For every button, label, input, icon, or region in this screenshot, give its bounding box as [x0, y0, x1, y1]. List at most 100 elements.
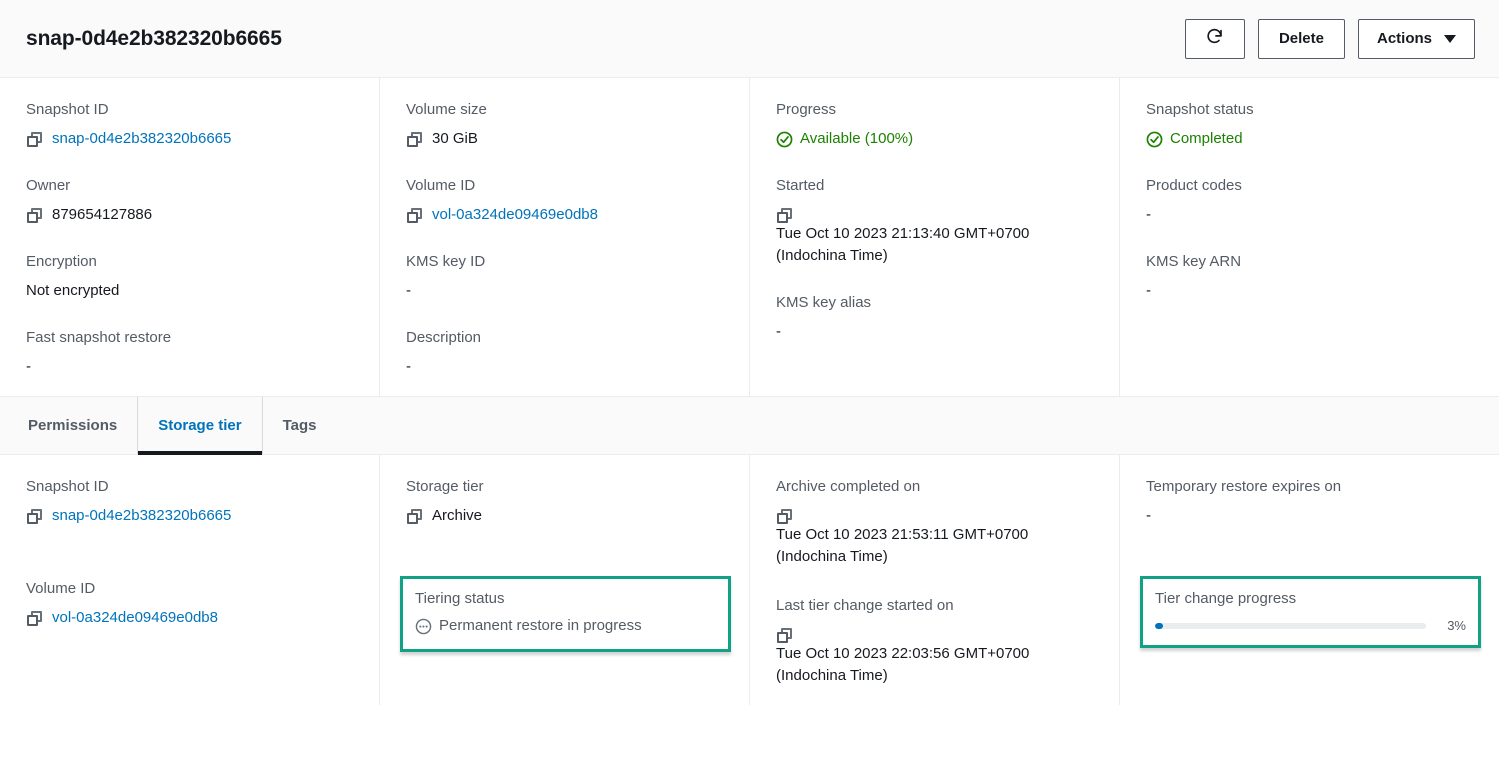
pending-dots-icon: [415, 618, 432, 634]
field-st-volume-id: Volume ID vol-0a324de09469e0db8: [26, 579, 355, 629]
field-label: Snapshot ID: [26, 478, 109, 495]
field-value: Archive: [406, 505, 725, 527]
copy-icon[interactable]: [27, 509, 42, 524]
field-value: -: [776, 321, 1095, 343]
field-kms-key-alias: KMS key alias -: [776, 293, 1095, 343]
field-label: Storage tier: [406, 478, 484, 495]
check-circle-icon: [776, 131, 793, 147]
tab-permissions[interactable]: Permissions: [8, 397, 139, 454]
status-badge: Completed: [1146, 128, 1243, 150]
field-snapshot-id: Snapshot ID snap-0d4e2b382320b6665: [26, 100, 355, 150]
field-volume-id: Volume ID vol-0a324de09469e0db8: [406, 176, 725, 226]
field-owner: Owner 879654127886: [26, 176, 355, 226]
field-volume-size: Volume size 30 GiB: [406, 100, 725, 150]
encryption-value: Not encrypted: [26, 282, 120, 299]
field-last-tier-change: Last tier change started on Tue Oct 10 2…: [776, 596, 1095, 687]
field-tiering-status: Tiering status Permanent restore in prog…: [400, 576, 731, 652]
field-value: vol-0a324de09469e0db8: [406, 204, 725, 226]
copy-icon[interactable]: [407, 509, 422, 524]
summary-column-1: Snapshot ID snap-0d4e2b382320b6665 Owner…: [0, 78, 380, 396]
volume-id-link[interactable]: vol-0a324de09469e0db8: [432, 204, 598, 226]
summary-column-4: Snapshot status Completed Product codes …: [1120, 78, 1499, 396]
field-label: Snapshot ID: [26, 101, 109, 118]
st-volume-id-link[interactable]: vol-0a324de09469e0db8: [52, 607, 218, 629]
description-value: -: [406, 358, 411, 375]
field-value: -: [1146, 280, 1475, 302]
field-tier-change-progress: Tier change progress 3%: [1140, 576, 1481, 648]
st-snapshot-id-link[interactable]: snap-0d4e2b382320b6665: [52, 505, 231, 527]
snapshot-status-value: Completed: [1170, 130, 1243, 147]
progress-bar-fill: [1155, 622, 1164, 629]
field-started: Started Tue Oct 10 2023 21:13:40 GMT+070…: [776, 176, 1095, 267]
field-label: Last tier change started on: [776, 597, 954, 614]
tab-bar: Permissions Storage tier Tags: [0, 396, 1499, 455]
tab-tags[interactable]: Tags: [263, 397, 337, 454]
delete-button[interactable]: Delete: [1257, 18, 1345, 59]
copy-icon[interactable]: [27, 208, 42, 223]
field-value: snap-0d4e2b382320b6665: [26, 505, 355, 527]
field-label: Temporary restore expires on: [1146, 478, 1342, 495]
copy-icon[interactable]: [407, 132, 422, 147]
field-label: Progress: [776, 101, 837, 118]
field-value: -: [1146, 505, 1475, 527]
summary-column-2: Volume size 30 GiB Volume ID vol-0a324de…: [380, 78, 750, 396]
field-storage-tier: Storage tier Archive: [406, 477, 725, 527]
field-label: Archive completed on: [776, 478, 921, 495]
kms-key-alias-value: -: [776, 323, 781, 340]
field-label: Volume ID: [26, 580, 96, 597]
tiering-status-badge: Permanent restore in progress: [415, 615, 642, 637]
copy-icon[interactable]: [777, 509, 792, 524]
fast-snapshot-restore-value: -: [26, 358, 31, 375]
progress-percent-label: 3%: [1447, 618, 1466, 633]
field-value: vol-0a324de09469e0db8: [26, 607, 355, 629]
snapshot-id-link[interactable]: snap-0d4e2b382320b6665: [52, 128, 231, 150]
tab-storage-tier[interactable]: Storage tier: [138, 397, 263, 455]
page-header: snap-0d4e2b382320b6665 Delete Actions: [0, 0, 1499, 78]
owner-value: 879654127886: [52, 206, 153, 223]
product-codes-value: -: [1146, 206, 1151, 223]
field-value: Tue Oct 10 2023 21:53:11 GMT+0700 (Indoc…: [776, 505, 1095, 568]
field-value: 879654127886: [26, 204, 355, 226]
field-value: Not encrypted: [26, 280, 355, 302]
temporary-restore-value: -: [1146, 507, 1151, 524]
field-value: Tue Oct 10 2023 21:13:40 GMT+0700 (Indoc…: [776, 204, 1095, 267]
copy-icon[interactable]: [777, 208, 792, 223]
actions-button-label: Actions: [1376, 30, 1432, 47]
field-label: KMS key alias: [776, 294, 872, 311]
started-value: Tue Oct 10 2023 21:13:40 GMT+0700 (Indoc…: [776, 225, 1030, 264]
field-product-codes: Product codes -: [1146, 176, 1475, 226]
field-st-snapshot-id: Snapshot ID snap-0d4e2b382320b6665: [26, 477, 355, 527]
refresh-button[interactable]: [1184, 18, 1245, 59]
field-value: Permanent restore in progress: [415, 615, 716, 637]
field-value: snap-0d4e2b382320b6665: [26, 128, 355, 150]
field-label: Product codes: [1146, 177, 1242, 194]
header-actions: Delete Actions: [1184, 18, 1475, 59]
archive-completed-value: Tue Oct 10 2023 21:53:11 GMT+0700 (Indoc…: [776, 526, 1029, 565]
field-label: Tiering status: [415, 590, 505, 607]
progress-value: Available (100%): [800, 130, 914, 147]
actions-button[interactable]: Actions: [1357, 18, 1475, 59]
copy-icon[interactable]: [777, 628, 792, 643]
storage-tier-column-3: Archive completed on Tue Oct 10 2023 21:…: [750, 455, 1120, 705]
copy-icon[interactable]: [407, 208, 422, 223]
field-value: Completed: [1146, 128, 1475, 150]
field-value: -: [406, 356, 725, 378]
field-label: Snapshot status: [1146, 101, 1254, 118]
kms-key-arn-value: -: [1146, 282, 1151, 299]
field-label: Started: [776, 177, 825, 194]
summary-column-3: Progress Available (100%) Started Tue Oc…: [750, 78, 1120, 396]
field-encryption: Encryption Not encrypted: [26, 252, 355, 302]
check-circle-icon: [1146, 131, 1163, 147]
field-label: Description: [406, 329, 482, 346]
field-label: Owner: [26, 177, 71, 194]
field-value: -: [406, 280, 725, 302]
tier-change-progress: 3%: [1155, 618, 1466, 633]
volume-size-value: 30 GiB: [432, 130, 478, 147]
copy-icon[interactable]: [27, 132, 42, 147]
tiering-status-value: Permanent restore in progress: [439, 617, 642, 634]
copy-icon[interactable]: [27, 611, 42, 626]
field-label: KMS key ARN: [1146, 253, 1242, 270]
storage-tier-grid: Snapshot ID snap-0d4e2b382320b6665 Volum…: [0, 455, 1499, 705]
field-label: Volume size: [406, 101, 487, 118]
snapshot-summary-grid: Snapshot ID snap-0d4e2b382320b6665 Owner…: [0, 78, 1499, 396]
